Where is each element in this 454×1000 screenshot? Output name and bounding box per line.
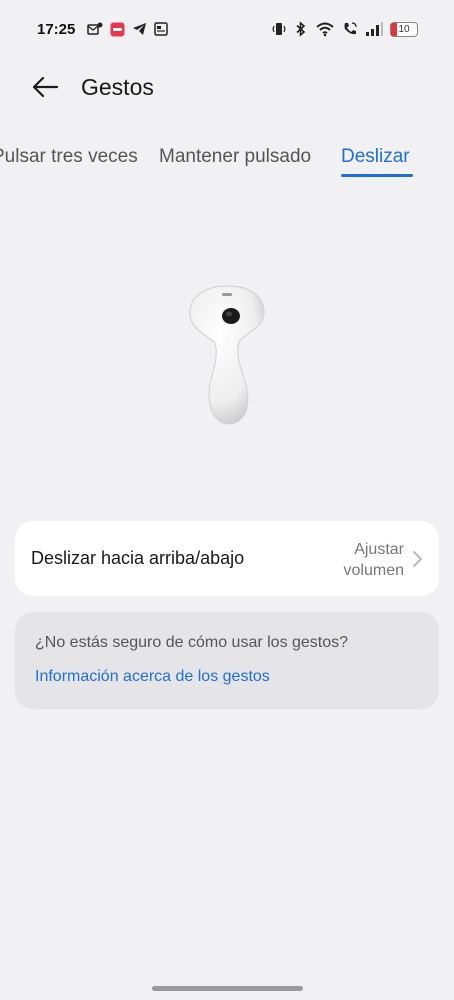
battery-level: 10 [398,23,410,35]
swipe-setting-row[interactable]: Deslizar hacia arriba/abajo Ajustar volu… [15,521,439,596]
help-card: ¿No estás seguro de cómo usar los gestos… [15,612,439,709]
telegram-icon [132,22,147,36]
gestures-info-link[interactable]: Información acerca de los gestos [35,668,270,686]
setting-value-line1: Ajustar [354,541,404,558]
setting-value: Ajustar volumen [314,539,404,581]
page-title: Gestos [81,74,154,100]
home-indicator[interactable] [152,986,303,991]
tab-mantener-pulsado[interactable]: Mantener pulsado [159,146,311,168]
back-button[interactable] [28,72,62,106]
back-arrow-icon [31,75,59,104]
wifi-calling-icon [342,21,358,37]
wifi-icon [315,21,335,37]
email-badge-icon [87,22,103,36]
tab-pulsar-tres-veces[interactable]: Pulsar tres veces [0,146,138,168]
notification-icons [87,22,169,37]
status-bar: 17:25 10 [0,0,454,58]
bluetooth-icon [294,21,308,37]
chevron-right-icon [411,550,423,568]
vibrate-icon [271,21,287,37]
tab-bar: Pulsar tres veces Mantener pulsado Desli… [0,138,454,182]
system-icons: 10 [271,21,418,37]
status-time: 17:25 [37,20,76,38]
battery-icon: 10 [390,21,418,37]
setting-label: Deslizar hacia arriba/abajo [31,548,245,568]
setting-value-line2: volumen [343,562,404,579]
active-tab-indicator [341,174,413,177]
earbud-image [186,282,268,430]
app-badge-icon [110,22,125,37]
signal-icon [365,22,383,36]
news-icon [154,22,169,36]
tab-deslizar[interactable]: Deslizar [341,146,410,168]
help-question: ¿No estás seguro de cómo usar los gestos… [35,634,349,651]
app-bar: Gestos [0,58,454,118]
